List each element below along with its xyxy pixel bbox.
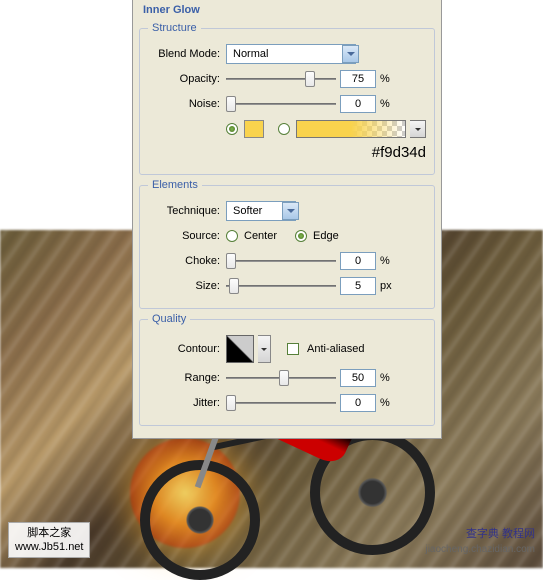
noise-unit: %	[380, 98, 398, 110]
color-solid-radio[interactable]	[226, 123, 238, 135]
quality-legend: Quality	[148, 313, 190, 325]
noise-input[interactable]	[340, 95, 376, 113]
source-label: Source:	[148, 230, 226, 242]
structure-legend: Structure	[148, 22, 201, 34]
source-center-label: Center	[244, 230, 277, 242]
anti-aliased-checkbox[interactable]	[287, 343, 299, 355]
jitter-slider[interactable]	[226, 394, 336, 412]
choke-label: Choke:	[148, 255, 226, 267]
size-unit: px	[380, 280, 398, 292]
color-swatch[interactable]	[244, 120, 264, 138]
jitter-label: Jitter:	[148, 397, 226, 409]
technique-label: Technique:	[148, 205, 226, 217]
watermark-left: 脚本之家 www.Jb51.net	[8, 522, 90, 558]
range-input[interactable]	[340, 369, 376, 387]
opacity-input[interactable]	[340, 70, 376, 88]
gradient-dropdown[interactable]	[410, 120, 426, 138]
color-hex: #f9d34d	[372, 144, 426, 161]
opacity-unit: %	[380, 73, 398, 85]
choke-unit: %	[380, 255, 398, 267]
size-input[interactable]	[340, 277, 376, 295]
technique-select[interactable]: Softer	[226, 201, 296, 221]
elements-legend: Elements	[148, 179, 202, 191]
contour-label: Contour:	[148, 343, 226, 355]
range-unit: %	[380, 372, 398, 384]
elements-group: Elements Technique: Softer Source: Cente…	[139, 179, 435, 309]
choke-slider[interactable]	[226, 252, 336, 270]
anti-aliased-label: Anti-aliased	[307, 343, 364, 355]
watermark-right: 查字典 教程网 jiaocheng.chazidian.com	[425, 526, 535, 558]
jitter-input[interactable]	[340, 394, 376, 412]
quality-group: Quality Contour: Anti-aliased Range: %	[139, 313, 435, 426]
choke-input[interactable]	[340, 252, 376, 270]
source-edge-label: Edge	[313, 230, 339, 242]
structure-group: Structure Blend Mode: Normal Opacity: %	[139, 22, 435, 175]
range-slider[interactable]	[226, 369, 336, 387]
range-label: Range:	[148, 372, 226, 384]
layer-style-dialog: Inner Glow Structure Blend Mode: Normal …	[132, 0, 442, 439]
jitter-unit: %	[380, 397, 398, 409]
effect-title: Inner Glow	[139, 2, 435, 18]
color-gradient-radio[interactable]	[278, 123, 290, 135]
contour-picker[interactable]	[226, 335, 254, 363]
source-edge-radio[interactable]	[295, 230, 307, 242]
source-center-radio[interactable]	[226, 230, 238, 242]
size-slider[interactable]	[226, 277, 336, 295]
gradient-preview[interactable]	[296, 120, 406, 138]
blend-mode-select[interactable]: Normal	[226, 44, 356, 64]
size-label: Size:	[148, 280, 226, 292]
opacity-label: Opacity:	[148, 73, 226, 85]
noise-slider[interactable]	[226, 95, 336, 113]
contour-dropdown[interactable]	[258, 335, 271, 363]
blend-mode-label: Blend Mode:	[148, 48, 226, 60]
opacity-slider[interactable]	[226, 70, 336, 88]
noise-label: Noise:	[148, 98, 226, 110]
